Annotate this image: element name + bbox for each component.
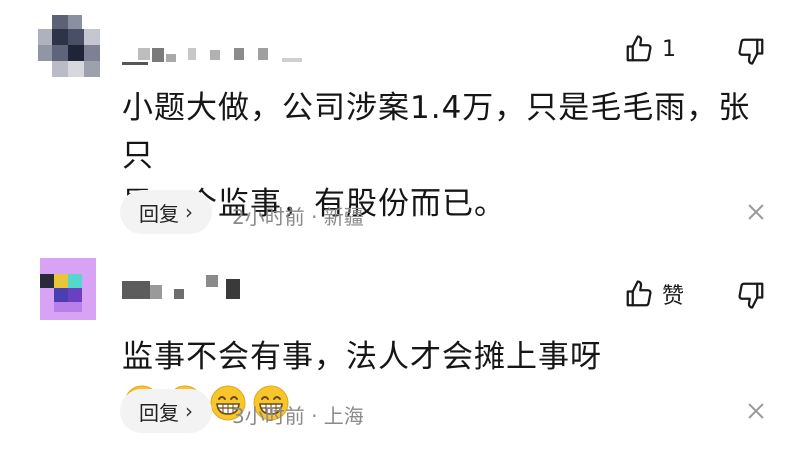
- reply-button[interactable]: 回复 ›: [120, 389, 212, 433]
- comment-text-line: 监事不会有事，法人才会摊上事呀: [122, 339, 602, 375]
- comment-text: 小题大做，公司涉案1.4万，只是毛毛雨，张只 是一个监事，有股份而已。: [122, 84, 762, 228]
- chevron-right-icon: ›: [185, 200, 193, 224]
- comment-text-line: 小题大做，公司涉案1.4万，只是毛毛雨，张只: [122, 90, 751, 174]
- chevron-right-icon: ›: [185, 399, 193, 423]
- avatar[interactable]: [40, 258, 96, 320]
- comment-meta: 3小时前 · 上海: [232, 404, 364, 428]
- like-button[interactable]: 赞: [624, 278, 684, 310]
- reply-label: 回复: [139, 201, 179, 226]
- reply-label: 回复: [139, 400, 179, 425]
- comment-text: 监事不会有事，法人才会摊上事呀: [122, 333, 762, 429]
- thumb-down-icon: [738, 38, 764, 65]
- like-button[interactable]: 1: [624, 34, 676, 64]
- close-icon[interactable]: [744, 399, 768, 423]
- close-icon[interactable]: [744, 200, 768, 224]
- reply-button[interactable]: 回复 ›: [120, 190, 212, 234]
- avatar[interactable]: [38, 15, 100, 77]
- dislike-button[interactable]: [736, 36, 766, 66]
- thumb-up-icon: [626, 280, 652, 307]
- like-count: 1: [662, 36, 676, 62]
- thumb-up-icon: [626, 35, 652, 62]
- comment-item: 1 小题大做，公司涉案1.4万，只是毛毛雨，张只 是一个监事，有股份而已。 回复…: [0, 0, 800, 250]
- like-label: 赞: [662, 284, 685, 309]
- comment-meta: 2小时前 · 新疆: [232, 205, 364, 229]
- thumb-down-icon: [738, 282, 764, 309]
- comment-text-line: 是一个监事，有股份而已。: [122, 186, 506, 222]
- comment-item: 赞 监事不会有事，法人才会摊上事呀 回复 › 3小时前 · 上海: [0, 250, 800, 453]
- dislike-button[interactable]: [736, 280, 766, 310]
